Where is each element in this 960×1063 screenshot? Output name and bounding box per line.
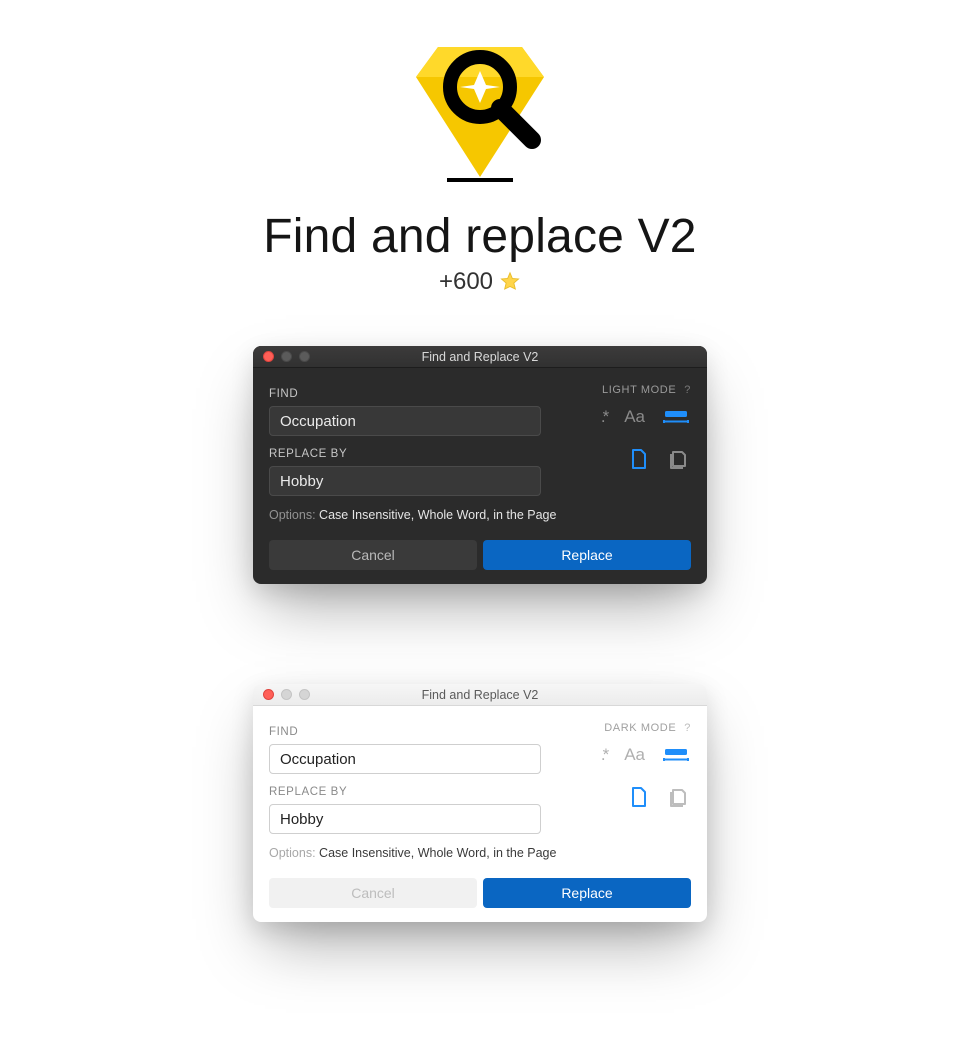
minimize-window-icon[interactable] <box>281 689 292 700</box>
page-scope-icon[interactable] <box>629 786 649 808</box>
theme-toggle[interactable]: LIGHT MODE <box>602 384 676 396</box>
options-summary: Options: Case Insensitive, Whole Word, i… <box>269 508 691 522</box>
find-label: FIND <box>269 726 541 738</box>
theme-toggle[interactable]: DARK MODE <box>604 722 676 734</box>
help-icon[interactable]: ? <box>684 722 691 734</box>
page-title: Find and replace V2 <box>0 209 960 264</box>
regex-icon[interactable]: .* <box>601 745 606 765</box>
find-label: FIND <box>269 388 541 400</box>
hero-subtitle: +600 <box>0 268 960 296</box>
help-icon[interactable]: ? <box>684 384 691 396</box>
replace-label: REPLACE BY <box>269 786 541 798</box>
case-sensitive-icon[interactable]: Aa <box>624 745 645 765</box>
whole-word-icon[interactable] <box>663 409 689 425</box>
close-window-icon[interactable] <box>263 351 274 362</box>
app-logo <box>400 22 560 187</box>
case-sensitive-icon[interactable]: Aa <box>624 407 645 427</box>
find-input[interactable] <box>269 406 541 436</box>
window-title: Find and Replace V2 <box>422 688 539 702</box>
find-input[interactable] <box>269 744 541 774</box>
doc-scope-icon[interactable] <box>667 448 689 470</box>
cancel-button[interactable]: Cancel <box>269 878 477 908</box>
zoom-window-icon[interactable] <box>299 689 310 700</box>
title-bar: Find and Replace V2 <box>253 346 707 368</box>
find-replace-window-dark: Find and Replace V2 FIND LIGHT MODE ? .*… <box>253 346 707 584</box>
doc-scope-icon[interactable] <box>667 786 689 808</box>
close-window-icon[interactable] <box>263 689 274 700</box>
find-replace-window-light: Find and Replace V2 FIND DARK MODE ? .* … <box>253 684 707 922</box>
page-scope-icon[interactable] <box>629 448 649 470</box>
replace-input[interactable] <box>269 804 541 834</box>
replace-input[interactable] <box>269 466 541 496</box>
cancel-button[interactable]: Cancel <box>269 540 477 570</box>
replace-button[interactable]: Replace <box>483 540 691 570</box>
options-summary: Options: Case Insensitive, Whole Word, i… <box>269 846 691 860</box>
window-title: Find and Replace V2 <box>422 350 539 364</box>
regex-icon[interactable]: .* <box>601 407 606 427</box>
title-bar: Find and Replace V2 <box>253 684 707 706</box>
stars-count: +600 <box>439 268 493 296</box>
zoom-window-icon[interactable] <box>299 351 310 362</box>
replace-label: REPLACE BY <box>269 448 541 460</box>
whole-word-icon[interactable] <box>663 747 689 763</box>
star-icon <box>499 271 521 293</box>
minimize-window-icon[interactable] <box>281 351 292 362</box>
replace-button[interactable]: Replace <box>483 878 691 908</box>
